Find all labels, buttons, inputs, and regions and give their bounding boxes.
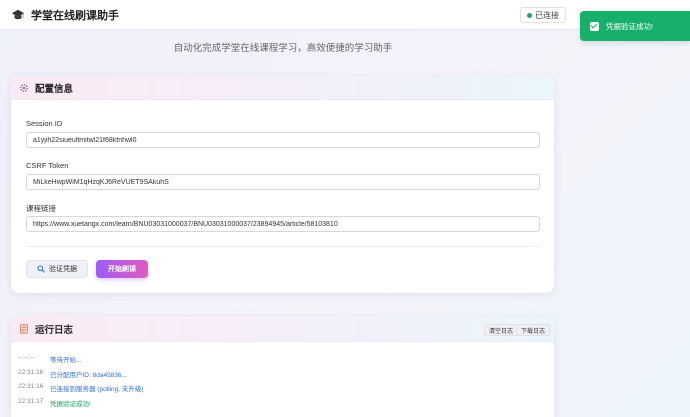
verify-credentials-button[interactable]: 验证凭据 [26,260,88,278]
course-link-label: 课程链接 [26,204,56,213]
config-card: 配置信息 Session ID CSRF Token 课程链接 验证凭据 开始刷… [11,76,554,293]
config-card-title: 配置信息 [35,83,74,95]
csrf-token-label: CSRF Token [26,161,69,170]
log-entry: 22:31:16 已分配用户ID: 8da45836... [18,369,127,379]
log-card: 运行日志 清空日志 下载日志 --:--:-- 等待开始... 22:31:16… [11,316,554,417]
toast-message: 凭据验证成功! [606,21,654,31]
magnifier-icon [37,265,45,273]
log-time: --:--:-- [18,354,35,361]
log-message: 等待开始... [50,357,82,364]
log-entry: 22:31:16 已连接到服务器 (polling, 未升级) [18,383,144,393]
log-time: 22:31:16 [18,383,44,390]
log-message: 已连接到服务器 (polling, 未升级) [50,386,144,393]
status-dot-icon [527,12,532,18]
success-toast: 凭据验证成功! [580,11,690,41]
log-card-header: 运行日志 [11,316,554,342]
clear-log-button[interactable]: 清空日志 [484,324,519,336]
log-time: 22:31:16 [18,369,44,376]
connection-status-badge: 已连接 [520,7,566,23]
session-id-label: Session ID [26,119,63,128]
verify-credentials-label: 验证凭据 [49,266,77,273]
csrf-token-input[interactable] [26,174,540,190]
start-course-button[interactable]: 开始刷课 [96,260,148,278]
session-id-input[interactable] [26,132,540,148]
log-entry: --:--:-- 等待开始... [18,354,81,364]
divider [26,246,540,247]
check-icon [590,21,599,31]
download-log-button[interactable]: 下载日志 [516,324,551,336]
log-entry: 22:31:17 凭据验证成功! [18,398,91,408]
log-message: 已分配用户ID: 8da45836... [50,372,127,379]
log-time: 22:31:17 [18,398,44,405]
log-message: 凭据验证成功! [50,401,91,408]
page-subtitle: 自动化完成学堂在线课程学习，高效便捷的学习助手 [173,43,393,54]
gear-icon [19,83,29,92]
graduation-cap-icon [11,9,25,19]
log-card-title: 运行日志 [35,324,74,336]
config-card-header: 配置信息 [11,76,554,100]
course-link-input[interactable] [26,216,540,232]
app-title: 学堂在线刷课助手 [31,9,119,22]
document-icon [20,323,28,334]
connection-status-text: 已连接 [535,10,559,20]
